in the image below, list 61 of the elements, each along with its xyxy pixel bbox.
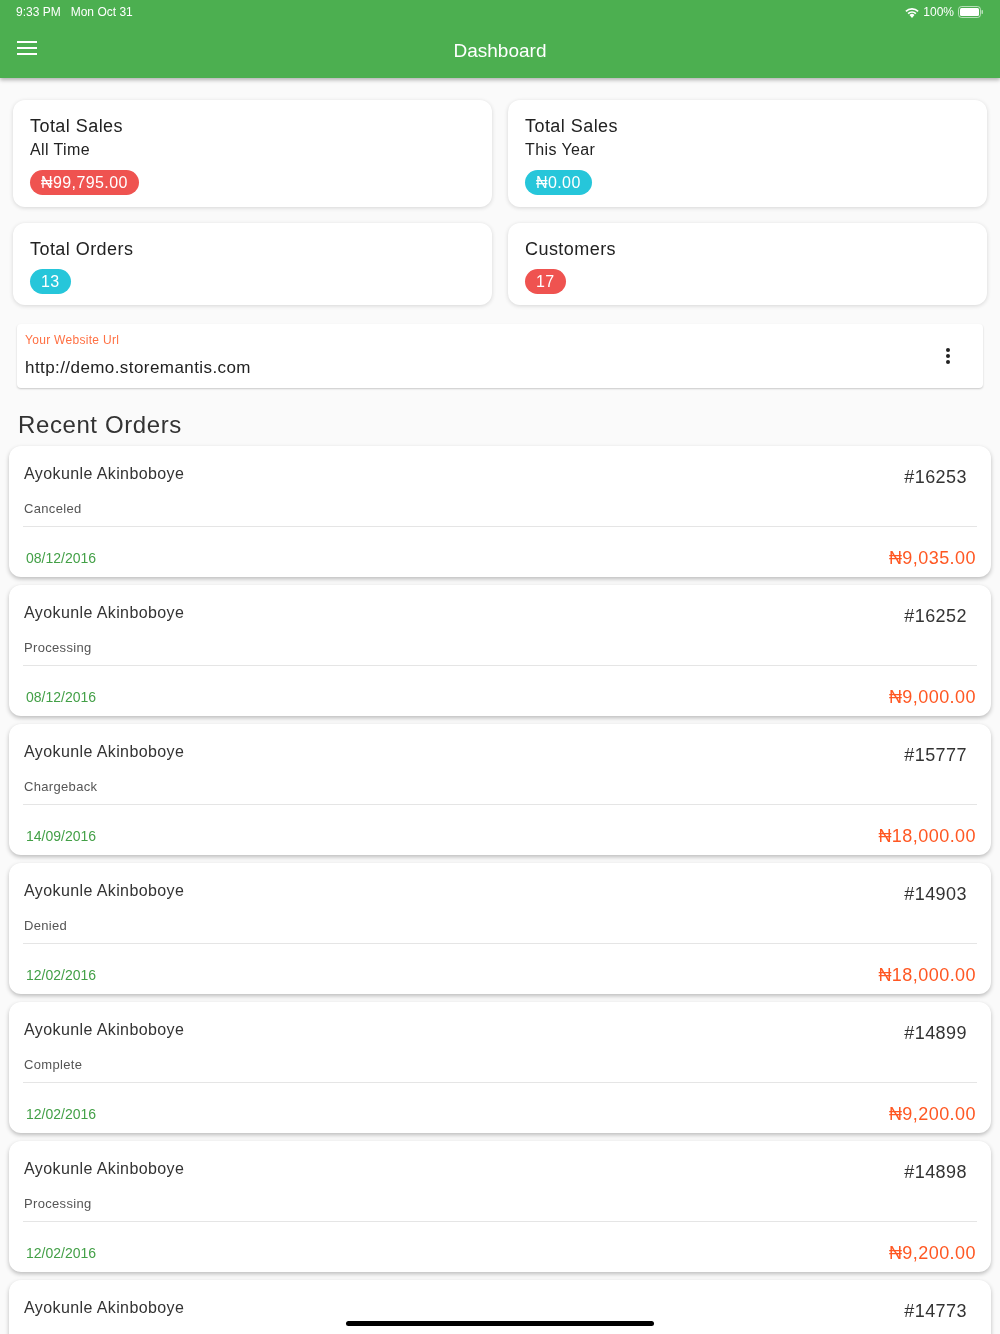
customer-name: Ayokunle Akinboboye bbox=[24, 1020, 185, 1040]
order-amount: ₦9,200.00 bbox=[888, 1102, 976, 1126]
order-status: Processing bbox=[24, 1195, 93, 1213]
order-card[interactable]: Ayokunle Akinboboye #14903 Denied 12/02/2016 ₦18,000.00 bbox=[9, 863, 991, 994]
order-amount: ₦9,000.00 bbox=[888, 685, 976, 709]
order-card[interactable]: Ayokunle Akinboboye #16253 Canceled 08/12/2016 ₦9,035.00 bbox=[9, 446, 991, 577]
status-time: 9:33 PM bbox=[16, 4, 61, 21]
stat-title: Total Orders bbox=[30, 238, 135, 261]
order-amount: ₦18,000.00 bbox=[878, 963, 976, 987]
field-label: Your Website Url bbox=[25, 332, 121, 350]
customer-name: Ayokunle Akinboboye bbox=[24, 464, 185, 484]
order-number: #14899 bbox=[904, 1022, 968, 1045]
stat-value: 17 bbox=[525, 269, 566, 294]
stat-title: Total Sales bbox=[30, 115, 124, 138]
order-number: #14903 bbox=[904, 883, 968, 906]
battery-icon bbox=[958, 6, 984, 18]
stat-title: Customers bbox=[525, 238, 618, 261]
order-date: 12/02/2016 bbox=[25, 1104, 97, 1124]
order-status: Canceled bbox=[24, 500, 83, 518]
customer-name: Ayokunle Akinboboye bbox=[24, 742, 185, 762]
order-date: 12/02/2016 bbox=[25, 965, 97, 985]
menu-button[interactable] bbox=[17, 41, 37, 55]
order-status: Processing bbox=[24, 639, 93, 657]
order-status: Denied bbox=[24, 917, 69, 935]
battery-percent: 100% bbox=[923, 4, 954, 21]
customer-name: Ayokunle Akinboboye bbox=[24, 881, 185, 901]
order-number: #16253 bbox=[904, 466, 968, 489]
order-status: Complete bbox=[24, 1056, 84, 1074]
order-card[interactable]: Ayokunle Akinboboye #14899 Complete 12/02/2016 ₦9,200.00 bbox=[9, 1002, 991, 1133]
order-card[interactable]: Ayokunle Akinboboye #14773 bbox=[9, 1280, 991, 1334]
order-number: #15777 bbox=[904, 744, 968, 767]
order-number: #14773 bbox=[904, 1300, 968, 1323]
order-card[interactable]: Ayokunle Akinboboye #14898 Processing 12/02/2016 ₦9,200.00 bbox=[9, 1141, 991, 1272]
order-status: Chargeback bbox=[24, 778, 99, 796]
order-card[interactable]: Ayokunle Akinboboye #16252 Processing 08/12/2016 ₦9,000.00 bbox=[9, 585, 991, 716]
stat-subtitle: This Year bbox=[525, 140, 597, 160]
order-number: #16252 bbox=[904, 605, 968, 628]
page-title: Dashboard bbox=[453, 38, 547, 63]
status-date: Mon Oct 31 bbox=[70, 4, 133, 21]
stat-value: ₦99,795.00 bbox=[30, 170, 139, 195]
customer-name: Ayokunle Akinboboye bbox=[24, 603, 185, 623]
order-date: 08/12/2016 bbox=[25, 548, 97, 568]
order-amount: ₦18,000.00 bbox=[878, 824, 976, 848]
order-amount: ₦9,035.00 bbox=[888, 546, 976, 570]
order-card[interactable]: Ayokunle Akinboboye #15777 Chargeback 14/09/2016 ₦18,000.00 bbox=[9, 724, 991, 855]
order-number: #14898 bbox=[904, 1161, 968, 1184]
website-url-field[interactable]: Your Website Url http://demo.storemantis.com bbox=[17, 324, 983, 388]
order-date: 08/12/2016 bbox=[25, 687, 97, 707]
section-heading: Recent Orders bbox=[17, 410, 183, 440]
field-value: http://demo.storemantis.com bbox=[25, 357, 251, 380]
stat-subtitle: All Time bbox=[30, 140, 92, 160]
order-amount: ₦9,200.00 bbox=[888, 1241, 976, 1265]
customer-name: Ayokunle Akinboboye bbox=[24, 1298, 185, 1318]
customer-name: Ayokunle Akinboboye bbox=[24, 1159, 185, 1179]
stat-value: 13 bbox=[30, 269, 71, 294]
wifi-icon bbox=[905, 6, 920, 18]
more-options-icon[interactable] bbox=[945, 347, 951, 365]
stat-value: ₦0.00 bbox=[525, 170, 592, 195]
stat-title: Total Sales bbox=[525, 115, 619, 138]
order-date: 14/09/2016 bbox=[25, 826, 97, 846]
order-date: 12/02/2016 bbox=[25, 1243, 97, 1263]
